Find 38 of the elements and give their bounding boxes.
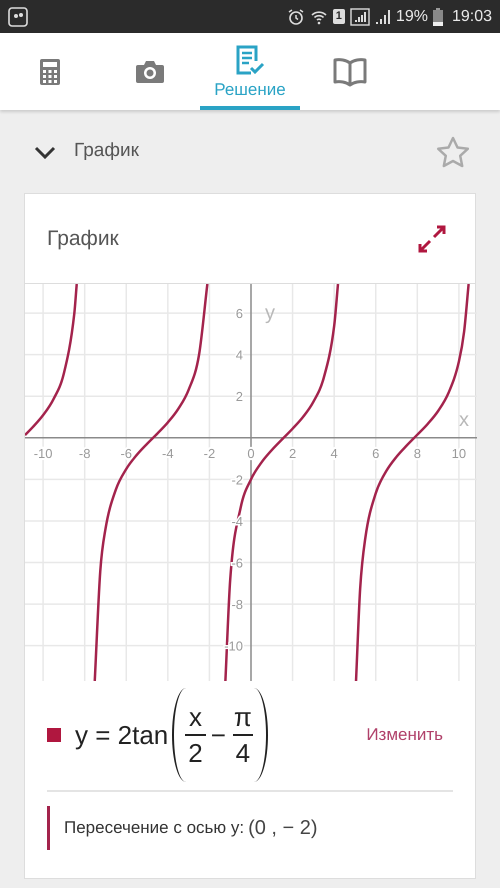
clock-time: 19:03: [452, 6, 492, 26]
intersection-label: Пересечение с осью y:: [64, 817, 244, 840]
expand-icon[interactable]: [417, 224, 447, 254]
tick-label: 6: [372, 446, 380, 461]
signal-strength-icon: [350, 8, 370, 26]
axis-label: x: [459, 408, 469, 431]
tick-label: -8: [231, 597, 243, 612]
notification-icon: [8, 6, 28, 26]
checklist-icon: [235, 45, 265, 77]
tick-label: 6: [236, 306, 243, 322]
tick-label: -10: [34, 446, 52, 461]
tick-label: 8: [414, 446, 421, 461]
edit-link[interactable]: Изменить: [366, 722, 443, 748]
signal-bars-icon: [374, 8, 391, 26]
calculator-icon: [39, 58, 61, 86]
axis-label: y: [265, 302, 275, 324]
battery-icon: [432, 8, 443, 26]
card-title: График: [47, 226, 119, 252]
tick-label: -2: [231, 472, 243, 488]
camera-icon: [135, 58, 165, 84]
tick-label: -8: [78, 446, 90, 461]
chevron-down-icon[interactable]: [34, 144, 56, 158]
tick-label: -2: [204, 446, 216, 461]
alarm-clock-icon: [286, 8, 305, 26]
book-icon: [333, 56, 367, 86]
sim-slot-label: 1: [332, 9, 345, 24]
tick-label: -6: [120, 446, 132, 461]
battery-percent: 19%: [396, 6, 428, 26]
intersection-value: (0 , − 2): [248, 816, 318, 841]
star-icon[interactable]: [436, 136, 470, 168]
tick-label: 4: [330, 446, 338, 461]
tick-label: 2: [236, 389, 243, 404]
section-title: График: [74, 139, 139, 164]
tab[interactable]: Решение: [200, 33, 300, 110]
tick-label: 10: [452, 446, 466, 461]
tick-label: -4: [162, 446, 174, 461]
tick-label: 4: [236, 348, 243, 363]
tick-label: 2: [288, 446, 296, 461]
